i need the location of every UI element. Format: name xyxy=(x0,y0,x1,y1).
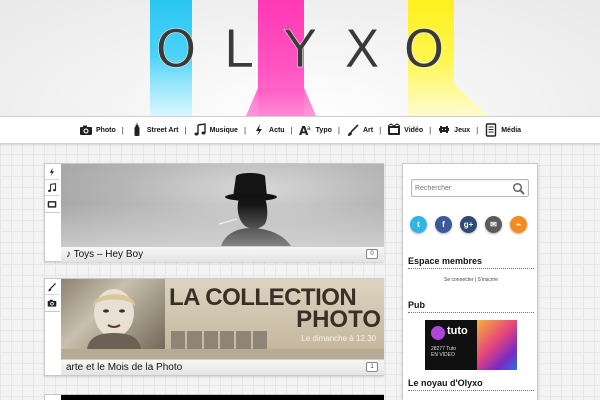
lightning-icon xyxy=(252,123,266,137)
nav-label: Vidéo xyxy=(404,126,424,134)
nav-separator: | xyxy=(476,125,479,135)
woman-portrait-image xyxy=(87,289,141,349)
nav-item-media[interactable]: Média xyxy=(481,120,524,140)
search-icon[interactable] xyxy=(512,182,525,195)
logo-letter: X xyxy=(344,20,380,81)
promo-schedule: Le dimanche à 12.30 xyxy=(301,334,376,343)
post-title[interactable]: arte et le Mois de la Photo xyxy=(66,362,182,373)
post-thumbnail[interactable] xyxy=(61,395,384,400)
nav-separator: | xyxy=(429,125,432,135)
facebook-icon[interactable]: f xyxy=(435,216,452,233)
site-logo[interactable]: OLYXO xyxy=(0,20,600,81)
post-title[interactable]: ♪ Toys – Hey Boy xyxy=(66,249,143,260)
thumbnail-fade xyxy=(61,204,384,246)
tuto-logo-icon xyxy=(431,326,445,340)
cyan-beam-floor xyxy=(150,80,192,116)
post-category-strip xyxy=(44,278,60,312)
tuto-ad-banner[interactable]: tuto 28277 Tuto EN VIDEO xyxy=(425,320,517,370)
login-links[interactable]: Se connecter | S'inscrire xyxy=(403,277,539,283)
brush-icon xyxy=(346,123,360,137)
comment-count-badge[interactable]: 1 xyxy=(366,362,378,372)
nav-item-street-art[interactable]: Street Art xyxy=(127,120,182,140)
typography-icon: Aa xyxy=(299,123,313,137)
nav-label: Typo xyxy=(315,126,332,134)
noyau-heading: Le noyau d'Olyxo xyxy=(408,378,534,391)
comment-count-badge[interactable]: 0 xyxy=(366,249,378,259)
photo-thumb xyxy=(252,331,267,349)
nav-item-photo[interactable]: Photo xyxy=(76,120,119,140)
nav-label: Média xyxy=(501,126,522,134)
pub-heading: Pub xyxy=(408,300,534,313)
photo-thumb xyxy=(171,331,186,349)
svg-text:a: a xyxy=(307,125,311,132)
photo-thumb xyxy=(203,331,218,349)
camera-icon[interactable] xyxy=(45,295,59,311)
right-sidebar: t f g+ ✉ ⌁ Espace membres Se connecter |… xyxy=(402,163,538,400)
photo-thumb xyxy=(236,331,251,349)
logo-letter: O xyxy=(155,20,197,81)
space-invader-icon xyxy=(437,123,451,137)
logo-letter: L xyxy=(223,20,253,81)
post-thumbnail[interactable] xyxy=(61,164,384,246)
tuto-brand: tuto xyxy=(447,325,468,337)
nav-item-jeux[interactable]: Jeux xyxy=(434,120,473,140)
nav-label: Actu xyxy=(269,126,285,134)
nav-separator: | xyxy=(184,125,187,135)
lightning-icon[interactable] xyxy=(45,164,59,180)
nav-label: Musique xyxy=(209,126,238,134)
nav-separator: | xyxy=(243,125,247,135)
nav-item-typo[interactable]: Aa Typo xyxy=(296,120,335,140)
nav-label: Jeux xyxy=(454,126,471,134)
post-caption-bar[interactable]: ♪ Toys – Hey Boy 0 xyxy=(61,246,384,262)
nav-item-video[interactable]: Vidéo xyxy=(384,120,426,140)
nav-item-musique[interactable]: Musique xyxy=(190,120,241,140)
camera-icon xyxy=(79,123,93,137)
logo-letter: Y xyxy=(284,20,316,81)
logo-letter: O xyxy=(403,20,445,81)
social-links: t f g+ ✉ ⌁ xyxy=(410,216,534,233)
nav-separator: | xyxy=(379,125,382,135)
nav-item-actu[interactable]: Actu xyxy=(249,120,288,140)
search-input[interactable] xyxy=(415,182,511,195)
spray-can-icon xyxy=(130,123,144,137)
members-heading: Espace membres xyxy=(408,256,534,269)
post-card[interactable] xyxy=(44,394,384,400)
nav-item-art[interactable]: Art xyxy=(343,120,376,140)
brush-icon[interactable] xyxy=(45,279,59,295)
search-box xyxy=(411,179,529,197)
post-card[interactable]: ♪ Toys – Hey Boy 0 xyxy=(44,163,384,262)
photo-thumb xyxy=(187,331,202,349)
nav-separator: | xyxy=(290,125,293,135)
music-note-icon[interactable] xyxy=(45,180,59,196)
photo-thumbnails-strip xyxy=(171,331,267,349)
rss-icon[interactable]: ⌁ xyxy=(510,216,527,233)
main-nav: Photo | Street Art | Musique | Actu | Aa… xyxy=(0,116,600,144)
film-icon xyxy=(387,123,401,137)
photo-thumb xyxy=(219,331,235,349)
nav-label: Art xyxy=(362,126,374,134)
magenta-beam-floor xyxy=(246,88,316,116)
twitter-icon[interactable]: t xyxy=(410,216,427,233)
post-caption-bar[interactable]: arte et le Mois de la Photo 1 xyxy=(61,359,384,375)
email-icon[interactable]: ✉ xyxy=(485,216,502,233)
tuto-tagline: 28277 Tuto EN VIDEO xyxy=(431,346,456,358)
colorful-face-image xyxy=(477,320,517,370)
film-icon[interactable] xyxy=(45,196,59,212)
music-note-icon xyxy=(193,123,207,137)
post-thumbnail[interactable]: LA COLLECTION PHOTO Le dimanche à 12.30 xyxy=(61,279,384,359)
nav-label: Photo xyxy=(95,126,116,134)
google-plus-icon[interactable]: g+ xyxy=(460,216,477,233)
promo-title-second-line: PHOTO xyxy=(296,306,381,333)
post-category-strip xyxy=(44,163,60,213)
nav-separator: | xyxy=(121,125,124,135)
post-card[interactable]: LA COLLECTION PHOTO Le dimanche à 12.30 … xyxy=(44,278,384,376)
nav-separator: | xyxy=(337,125,340,135)
tuto-line: EN VIDEO xyxy=(431,352,455,358)
nav-label: Street Art xyxy=(146,126,179,134)
site-header: OLYXO xyxy=(0,0,600,116)
yellow-beam-floor xyxy=(408,84,488,116)
document-icon xyxy=(484,123,498,137)
